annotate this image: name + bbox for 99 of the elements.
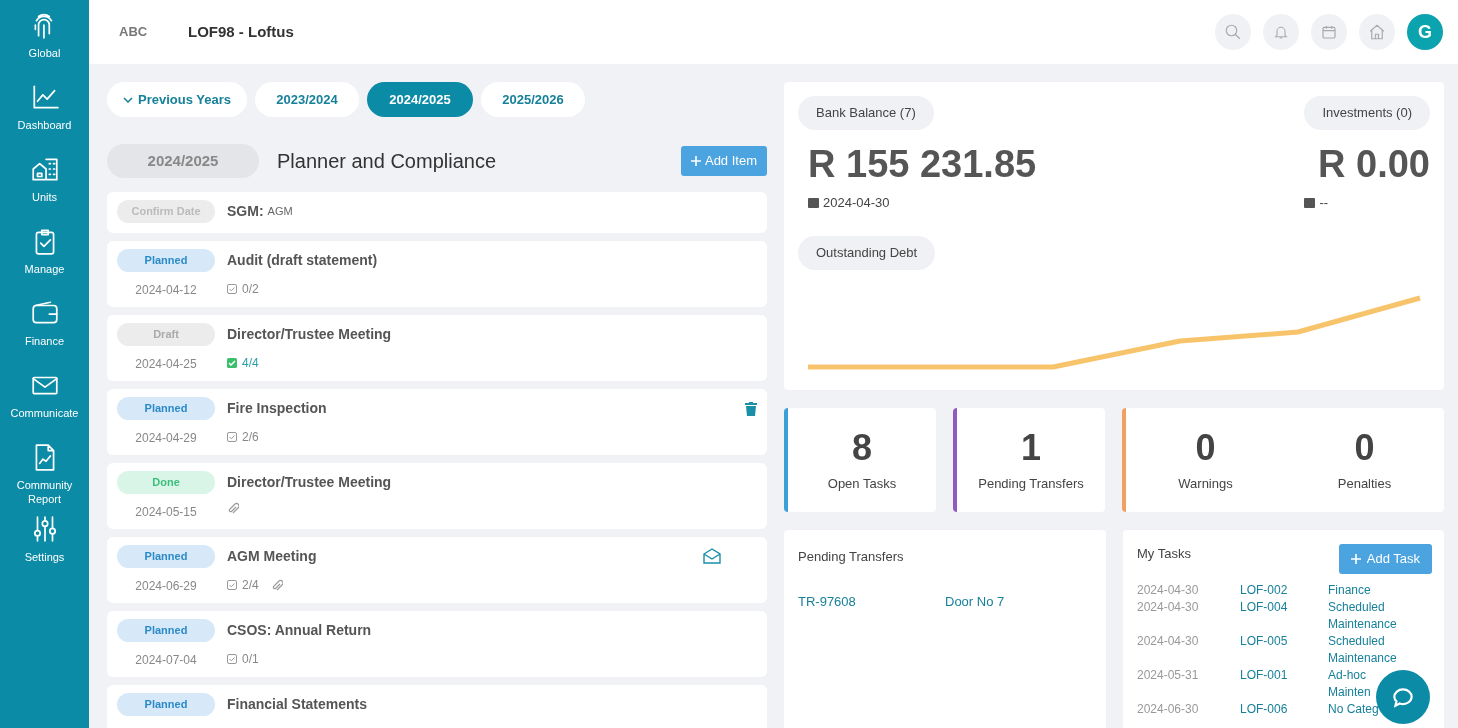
item-date: 2024-06-29: [135, 578, 197, 595]
stat-label: Open Tasks: [827, 475, 897, 494]
status-badge: Planned: [117, 249, 215, 272]
task-category: Ad-hoc Mainten: [1328, 667, 1372, 701]
trash-icon[interactable]: [745, 402, 757, 416]
search-icon: [1224, 23, 1242, 41]
search-button[interactable]: [1215, 14, 1251, 50]
planner-item[interactable]: Done 2024-05-15 Director/Trustee Meeting: [107, 463, 767, 529]
checklist-count: 2/6: [242, 429, 259, 446]
item-subtitle: AGM: [267, 204, 293, 220]
task-link[interactable]: LOF-006: [1240, 701, 1328, 718]
task-link[interactable]: LOF-001: [1240, 667, 1328, 701]
calendar-button[interactable]: [1311, 14, 1347, 50]
item-date: 2024-04-29: [135, 430, 197, 447]
stat-value: 0: [1354, 426, 1375, 471]
card-title: Pending Transfers: [798, 549, 904, 564]
planner-item[interactable]: Planned 2024-06-29 AGM Meeting 2/4: [107, 537, 767, 603]
plus-icon: [690, 156, 701, 166]
year-label: 2024/2025: [107, 144, 259, 178]
sidebar-item[interactable]: Settings: [0, 512, 89, 584]
plus-icon: [1350, 554, 1361, 564]
status-badge: Planned: [117, 619, 215, 642]
investments-amount: R 0.00: [1318, 141, 1430, 187]
sidebar-item[interactable]: Global: [0, 8, 89, 80]
notification-button[interactable]: [1263, 14, 1299, 50]
bank-balance-label: Bank Balance (7): [798, 96, 934, 130]
item-date: 2024-05-15: [135, 504, 197, 521]
company-logo: ABC: [119, 23, 149, 42]
bell-icon: [1273, 24, 1289, 40]
envelope-icon[interactable]: [703, 548, 721, 564]
stat-value: 0: [1195, 426, 1216, 471]
item-date: 2024-04-12: [135, 282, 197, 299]
task-link[interactable]: LOF-005: [1240, 633, 1328, 667]
planner-item[interactable]: Planned 2024-04-12 Audit (draft statement) 0/2: [107, 241, 767, 307]
previous-years-dropdown[interactable]: Previous Years: [107, 82, 247, 117]
task-date: 2024-05-31: [1137, 667, 1200, 684]
chevron-down-icon: [123, 96, 133, 103]
year-tab[interactable]: 2023/2024: [255, 82, 359, 117]
task-date: 2024-04-30: [1137, 582, 1200, 599]
bank-balance-amount: R 155 231.85: [808, 141, 1037, 187]
stat-value: 1: [1021, 426, 1041, 471]
item-title: Audit (draft statement): [227, 251, 378, 270]
planner-item[interactable]: Planned Financial Statements: [107, 685, 767, 728]
sidebar-item[interactable]: Finance: [0, 296, 89, 368]
task-link[interactable]: LOF-004: [1240, 599, 1328, 633]
task-category: No Categ: [1328, 701, 1380, 718]
checklist-count: 0/2: [242, 281, 259, 298]
add-item-button[interactable]: Add Item: [680, 146, 767, 176]
section-title: Planner and Compliance: [277, 149, 497, 174]
card-title: My Tasks: [1137, 545, 1191, 563]
outstanding-debt-label: Outstanding Debt: [798, 236, 936, 270]
sidebar-item[interactable]: Community Report: [0, 440, 89, 512]
status-badge: Planned: [117, 397, 215, 420]
sidebar-item[interactable]: Manage: [0, 224, 89, 296]
sidebar-item[interactable]: Dashboard: [0, 80, 89, 152]
planner-item[interactable]: Planned 2024-04-29 Fire Inspection 2/6: [107, 389, 767, 455]
unit-link[interactable]: Door No 7: [945, 592, 1005, 612]
item-title: AGM Meeting: [227, 547, 317, 566]
checklist-count: 0/1: [242, 651, 259, 668]
home-icon: [1368, 23, 1386, 41]
item-title: SGM:: [227, 202, 264, 221]
stat-label: Penalties: [1337, 475, 1392, 494]
year-tab[interactable]: 2025/2026: [481, 82, 585, 117]
task-category: Scheduled Maintenance: [1328, 599, 1398, 633]
status-badge: Done: [117, 471, 215, 494]
item-date: 2024-07-04: [135, 652, 197, 669]
home-button[interactable]: [1359, 14, 1395, 50]
investments-date: --: [1319, 193, 1329, 212]
task-date: 2024-04-30: [1137, 599, 1200, 616]
checklist-count: 4/4: [242, 355, 259, 372]
item-title: Fire Inspection: [227, 399, 327, 418]
task-date: 2024-04-30: [1137, 633, 1200, 650]
planner-item[interactable]: Draft 2024-04-25 Director/Trustee Meeting 4/4: [107, 315, 767, 381]
sidebar-item[interactable]: Units: [0, 152, 89, 224]
item-title: Financial Statements: [227, 695, 368, 714]
checklist-count: 2/4: [242, 577, 259, 594]
status-badge: Planned: [117, 545, 215, 568]
transfer-link[interactable]: TR-97608: [798, 592, 945, 612]
year-tab[interactable]: 2024/2025: [367, 82, 473, 117]
item-title: Director/Trustee Meeting: [227, 325, 392, 344]
investments-label: Investments (0): [1304, 96, 1430, 130]
task-date: 2024-06-30: [1137, 701, 1200, 718]
stat-label: Pending Transfers: [978, 475, 1084, 494]
task-category: Scheduled Maintenance: [1328, 633, 1398, 667]
balance-date: 2024-04-30: [823, 193, 890, 212]
sidebar-item[interactable]: Communicate: [0, 368, 89, 440]
planner-item[interactable]: Planned 2024-07-04 CSOS: Annual Return 0/1: [107, 611, 767, 677]
item-date: 2024-04-25: [135, 356, 197, 373]
item-title: CSOS: Annual Return: [227, 621, 372, 640]
task-link[interactable]: LOF-002: [1240, 582, 1328, 599]
item-title: Director/Trustee Meeting: [227, 473, 392, 492]
status-badge: Draft: [117, 323, 215, 346]
add-task-button[interactable]: Add Task: [1338, 544, 1432, 574]
user-avatar[interactable]: G: [1407, 14, 1443, 50]
stat-value: 8: [852, 426, 872, 471]
status-badge: Planned: [117, 693, 215, 716]
stat-label: Warnings: [1178, 475, 1233, 494]
page-title: LOF98 - Loftus: [188, 21, 294, 42]
task-category: Finance: [1328, 582, 1372, 599]
